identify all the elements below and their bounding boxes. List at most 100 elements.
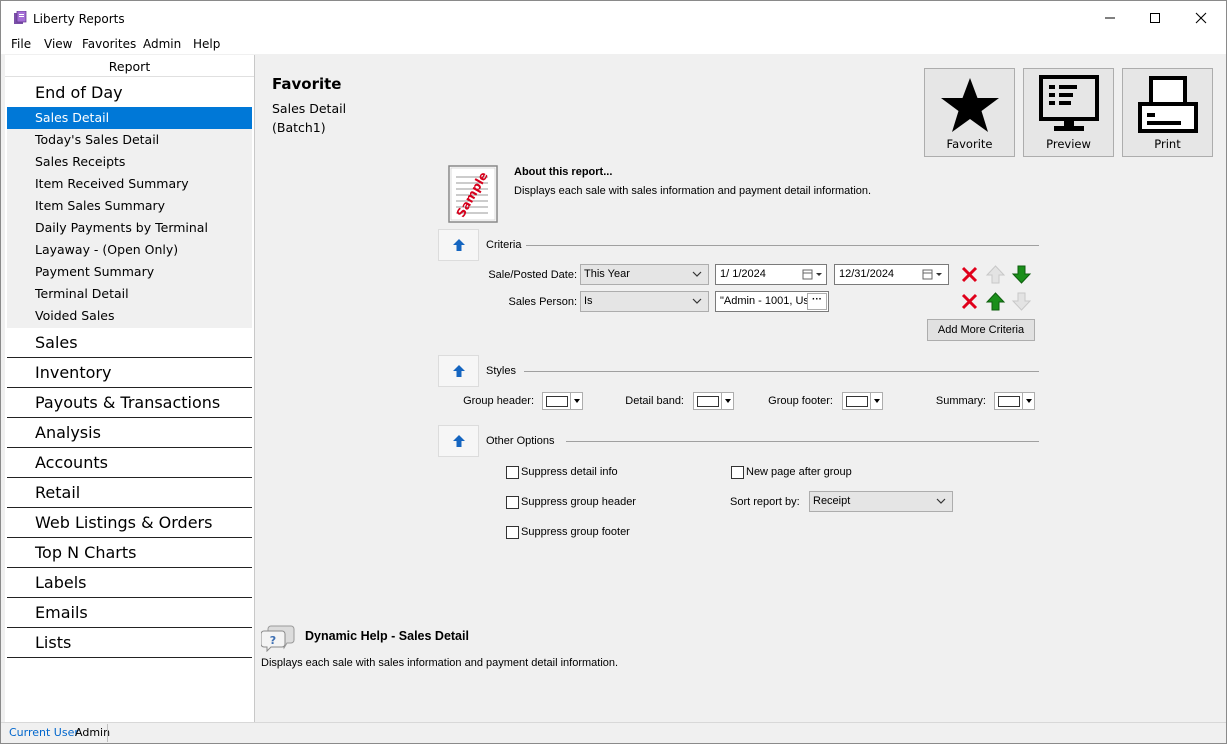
close-button[interactable] [1178, 1, 1224, 35]
window-title: Liberty Reports [33, 12, 125, 26]
styles-collapse-button[interactable] [438, 355, 479, 387]
report-item-todays-sales-detail[interactable]: Today's Sales Detail [7, 129, 252, 151]
sales-person-operator-value: Is [584, 295, 593, 307]
print-button[interactable]: Print [1122, 68, 1213, 157]
report-sidebar: Report End of Day Sales Detail Today's S… [5, 55, 255, 722]
category-retail[interactable]: Retail [7, 478, 252, 508]
status-bar: Current User Admin [1, 722, 1226, 743]
new-page-after-group-checkbox[interactable] [731, 466, 744, 479]
maximize-icon [1150, 13, 1160, 23]
title-bar: Liberty Reports [1, 1, 1226, 35]
sale-date-from-input[interactable]: 1/ 1/2024 [715, 264, 827, 285]
category-web-listings-orders[interactable]: Web Listings & Orders [7, 508, 252, 538]
criteria-section-label: Criteria [486, 239, 522, 251]
dynamic-help-title: Dynamic Help - Sales Detail [305, 629, 469, 643]
monitor-preview-icon [1038, 75, 1099, 131]
color-swatch [697, 396, 719, 407]
styles-section-label: Styles [486, 365, 516, 377]
sale-date-operator-value: This Year [584, 268, 630, 280]
category-labels[interactable]: Labels [7, 568, 252, 598]
color-swatch [998, 396, 1020, 407]
other-options-collapse-button[interactable] [438, 425, 479, 457]
report-item-sales-detail[interactable]: Sales Detail [7, 107, 252, 129]
sales-person-input[interactable]: "Admin - 1001, Us ··· [715, 291, 829, 312]
suppress-group-footer-checkbox[interactable] [506, 526, 519, 539]
menu-file[interactable]: File [11, 37, 31, 51]
category-payouts-transactions[interactable]: Payouts & Transactions [7, 388, 252, 418]
detail-band-color-picker[interactable] [693, 392, 734, 410]
group-footer-color-picker[interactable] [842, 392, 883, 410]
summary-color-picker[interactable] [994, 392, 1035, 410]
move-up-icon[interactable] [985, 291, 1006, 312]
star-icon [940, 78, 999, 132]
menu-help[interactable]: Help [193, 37, 220, 51]
report-item-daily-payments-by-terminal[interactable]: Daily Payments by Terminal [7, 217, 252, 239]
category-inventory[interactable]: Inventory [7, 358, 252, 388]
menu-bar: File View Favorites Admin Help [1, 35, 1226, 54]
favorite-button-label: Favorite [946, 137, 993, 151]
sale-date-operator-select[interactable]: This Year [580, 264, 709, 285]
summary-style-label: Summary: [935, 395, 986, 407]
arrow-up-icon [453, 435, 465, 447]
other-options-divider [566, 441, 1039, 442]
category-lists[interactable]: Lists [7, 628, 252, 658]
triangle-down-icon [725, 399, 731, 403]
chevron-down-icon [692, 271, 702, 277]
group-footer-style-label: Group footer: [768, 395, 833, 407]
dropdown-arrow [1022, 393, 1034, 409]
status-separator [107, 724, 108, 742]
category-sales[interactable]: Sales [7, 328, 252, 358]
triangle-down-icon [574, 399, 580, 403]
criteria-divider [526, 245, 1039, 246]
move-up-disabled-icon [985, 265, 1006, 284]
sales-person-label: Sales Person: [508, 296, 577, 308]
menu-admin[interactable]: Admin [143, 37, 181, 51]
sales-person-operator-select[interactable]: Is [580, 291, 709, 312]
report-item-voided-sales[interactable]: Voided Sales [7, 305, 252, 327]
category-analysis[interactable]: Analysis [7, 418, 252, 448]
sale-date-to-input[interactable]: 12/31/2024 [834, 264, 949, 285]
add-more-criteria-button[interactable]: Add More Criteria [927, 319, 1035, 341]
category-accounts[interactable]: Accounts [7, 448, 252, 478]
styles-divider [524, 371, 1039, 372]
category-end-of-day[interactable]: End of Day [7, 78, 252, 108]
category-top-n-charts[interactable]: Top N Charts [7, 538, 252, 568]
report-options-panel: Favorite Sales Detail (Batch1) Favorite … [256, 55, 1226, 722]
app-logo-icon [14, 11, 27, 24]
move-down-icon[interactable] [1011, 264, 1032, 285]
delete-criteria-icon[interactable] [959, 264, 980, 285]
report-item-item-received-summary[interactable]: Item Received Summary [7, 173, 252, 195]
criteria-collapse-button[interactable] [438, 229, 479, 261]
preview-button[interactable]: Preview [1023, 68, 1114, 157]
report-item-terminal-detail[interactable]: Terminal Detail [7, 283, 252, 305]
calendar-dropdown-icon[interactable] [802, 269, 824, 280]
maximize-button[interactable] [1132, 1, 1178, 35]
group-header-color-picker[interactable] [542, 392, 583, 410]
favorite-button[interactable]: Favorite [924, 68, 1015, 157]
sidebar-header: Report [5, 55, 254, 77]
suppress-detail-checkbox[interactable] [506, 466, 519, 479]
report-item-item-sales-summary[interactable]: Item Sales Summary [7, 195, 252, 217]
new-page-after-group-label: New page after group [746, 466, 852, 478]
category-emails[interactable]: Emails [7, 598, 252, 628]
delete-criteria-icon[interactable] [959, 291, 980, 312]
suppress-group-header-label: Suppress group header [521, 496, 636, 508]
sales-person-browse-button[interactable]: ··· [807, 293, 827, 310]
other-options-section-label: Other Options [486, 435, 555, 447]
sale-date-to-value: 12/31/2024 [839, 268, 895, 280]
print-button-label: Print [1154, 137, 1181, 151]
triangle-down-icon [874, 399, 880, 403]
report-item-payment-summary[interactable]: Payment Summary [7, 261, 252, 283]
menu-favorites[interactable]: Favorites [82, 37, 136, 51]
sort-report-by-select[interactable]: Receipt [809, 491, 953, 512]
report-item-sales-receipts[interactable]: Sales Receipts [7, 151, 252, 173]
dynamic-help-text: Displays each sale with sales informatio… [261, 657, 619, 669]
suppress-group-header-checkbox[interactable] [506, 496, 519, 509]
dropdown-arrow [721, 393, 733, 409]
minimize-button[interactable] [1087, 1, 1133, 35]
menu-view[interactable]: View [44, 37, 72, 51]
calendar-dropdown-icon[interactable] [922, 269, 944, 280]
end-of-day-report-list: Sales Detail Today's Sales Detail Sales … [7, 107, 252, 328]
report-item-layaway-open-only[interactable]: Layaway - (Open Only) [7, 239, 252, 261]
color-swatch [546, 396, 568, 407]
